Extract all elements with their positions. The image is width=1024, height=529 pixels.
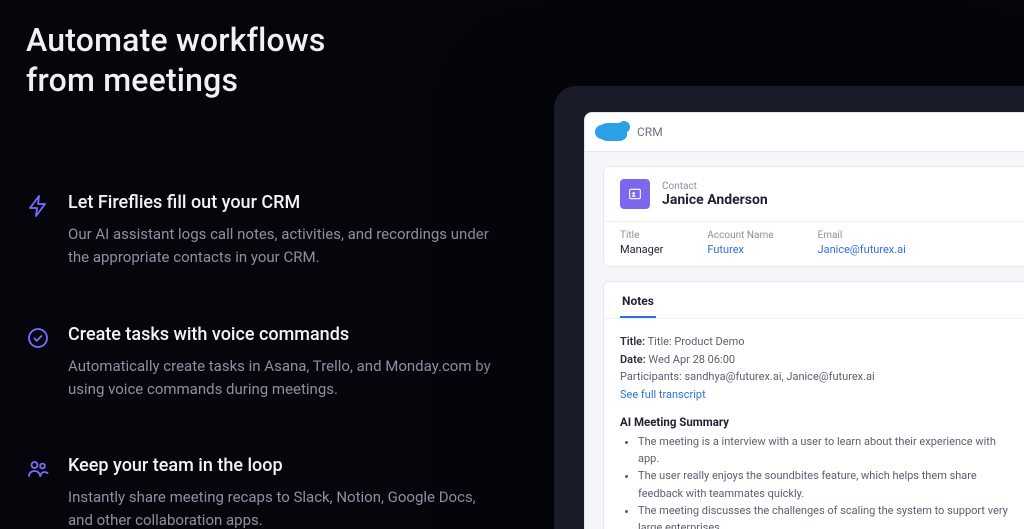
headline-line1: Automate workflows [26,21,326,59]
list-item: The user really enjoys the soundbites fe… [638,467,1008,501]
field-value-account[interactable]: Futurex [707,243,773,256]
feature-title: Let Fireflies fill out your CRM [68,192,516,213]
feature-crm: Let Fireflies fill out your CRM Our AI a… [26,192,516,270]
notes-date-value: Wed Apr 28 06:00 [648,353,735,366]
notes-title-value: Title: Product Demo [648,335,745,348]
device-frame: CRM Contact Janice Anderson [554,86,1024,529]
notes-title-line: Title: Title: Product Demo [620,333,1008,351]
headline-line2: from meetings [26,61,238,99]
notes-participants-value: sandhya@futurex.ai, Janice@futurex.ai [684,370,874,383]
field-label-title: Title [620,230,663,241]
notes-participants-line: Participants: sandhya@futurex.ai, Janice… [620,368,1008,386]
field-value-title: Manager [620,243,663,256]
contact-avatar-icon [620,179,650,209]
notes-title-key: Title: [620,335,645,348]
field-label-email: Email [818,230,906,241]
field-label-account: Account Name [707,230,773,241]
see-transcript-link[interactable]: See full transcript [620,386,1008,404]
divider [604,221,1024,222]
notes-date-key: Date: [620,353,646,366]
summary-heading: AI Meeting Summary [620,415,1008,429]
list-item: The meeting is a interview with a user t… [638,433,1008,467]
tab-notes[interactable]: Notes [620,282,656,318]
check-circle-icon [26,326,50,350]
salesforce-cloud-icon [599,123,627,141]
lightning-icon [26,194,50,218]
page-headline: Automate workflows from meetings [26,20,516,100]
summary-list: The meeting is a interview with a user t… [620,433,1008,529]
contact-card: Contact Janice Anderson Title Manager [603,166,1024,267]
feature-body: Instantly share meeting recaps to Slack,… [68,486,498,529]
feature-title: Keep your team in the loop [68,455,516,476]
team-icon [26,457,50,481]
notes-date-line: Date: Wed Apr 28 06:00 [620,351,1008,369]
crm-window: CRM Contact Janice Anderson [584,112,1024,529]
contact-type-label: Contact [662,181,768,192]
crm-app-label: CRM [637,125,663,139]
feature-title: Create tasks with voice commands [68,324,516,345]
notes-card: Notes Title: Title: Product Demo Date: W… [603,281,1024,529]
list-item: The meeting discusses the challenges of … [638,502,1008,529]
feature-body: Our AI assistant logs call notes, activi… [68,223,498,270]
feature-tasks: Create tasks with voice commands Automat… [26,324,516,402]
feature-team: Keep your team in the loop Instantly sha… [26,455,516,529]
notes-participants-key: Participants: [620,370,682,383]
crm-topbar: CRM [585,113,1024,152]
feature-body: Automatically create tasks in Asana, Tre… [68,355,498,402]
field-value-email[interactable]: Janice@futurex.ai [818,243,906,256]
contact-name: Janice Anderson [662,192,768,208]
